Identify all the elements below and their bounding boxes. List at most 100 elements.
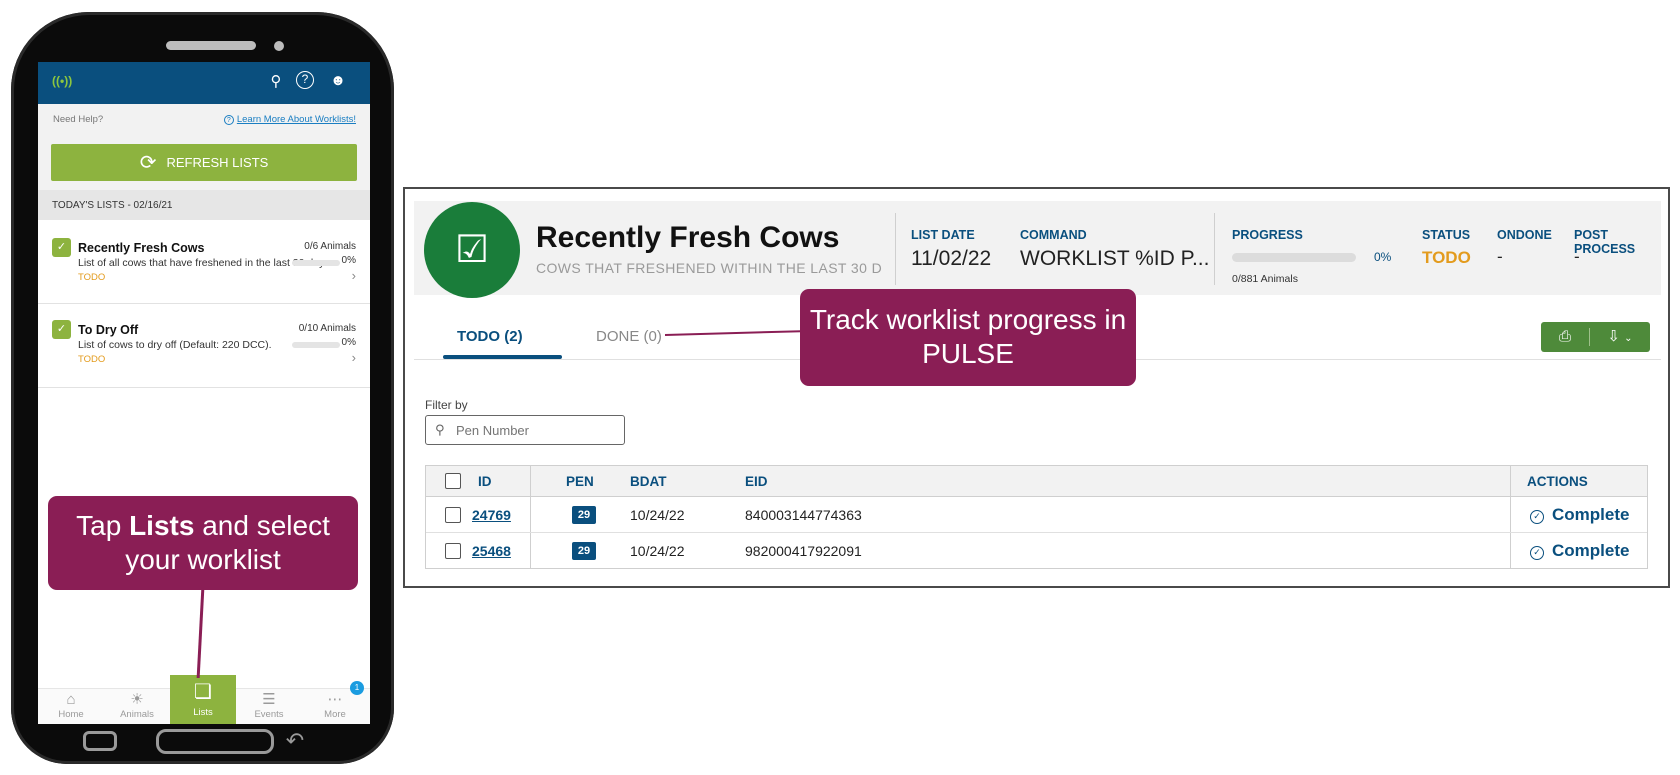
ondone-value: - xyxy=(1497,247,1503,266)
broadcast-icon[interactable]: ((•)) xyxy=(52,74,72,88)
phone-screen: ((•)) ⚲ ? ☻ Need Help? ? Learn More About… xyxy=(38,62,370,724)
check-circle-icon: ✓ xyxy=(1530,546,1544,560)
notification-badge: 1 xyxy=(350,681,364,695)
column-header-eid[interactable]: EID xyxy=(745,474,768,489)
ondone-label: ONDONE xyxy=(1497,228,1552,242)
refresh-area: ⟳ REFRESH LISTS xyxy=(38,134,370,190)
checklist-icon: ☑ xyxy=(424,202,520,298)
worklist-title: Recently Fresh Cows xyxy=(78,241,205,255)
question-icon: ? xyxy=(223,115,234,125)
animal-id-link[interactable]: 25468 xyxy=(472,543,511,559)
worklist-title: Recently Fresh Cows xyxy=(536,221,840,254)
list-date-label: LIST DATE xyxy=(911,228,975,242)
pen-badge: 29 xyxy=(572,542,596,560)
complete-action[interactable]: ✓ Complete xyxy=(1530,541,1629,561)
table-header: ID PEN BDAT EID ACTIONS xyxy=(426,466,1647,497)
tab-todo[interactable]: TODO (2) xyxy=(457,328,523,345)
pulse-worklist-panel: ☑ Recently Fresh Cows COWS THAT FRESHENE… xyxy=(403,187,1670,588)
list-date-value: 11/02/22 xyxy=(911,247,992,270)
cow-icon: ☀ xyxy=(130,691,144,708)
check-circle-icon: ✓ xyxy=(1530,510,1544,524)
complete-label: Complete xyxy=(1552,505,1630,524)
complete-label: Complete xyxy=(1552,541,1630,560)
worklist-status: TODO xyxy=(78,272,106,283)
nav-more[interactable]: ⋯ More 1 xyxy=(302,681,368,724)
table-row: 24769 29 10/24/22 840003144774363 ✓ Compl… xyxy=(426,497,1647,533)
post-process-label: POST PROCESS xyxy=(1574,228,1636,256)
nav-label: More xyxy=(324,709,346,720)
back-button[interactable]: ↶ xyxy=(276,730,314,752)
nav-label: Events xyxy=(254,709,284,720)
tab-done[interactable]: DONE (0) xyxy=(596,328,662,345)
print-button[interactable]: ⎙ xyxy=(1541,322,1589,352)
command-label: COMMAND xyxy=(1020,228,1087,242)
select-all-checkbox[interactable] xyxy=(445,473,461,489)
column-header-bdat[interactable]: BDAT xyxy=(630,474,667,489)
chevron-right-icon: › xyxy=(351,268,356,283)
table-row: 25468 29 10/24/22 982000417922091 ✓ Compl… xyxy=(426,533,1647,569)
download-dropdown-button[interactable]: ⇩ ⌄ xyxy=(1590,322,1650,352)
nav-label: Lists xyxy=(193,707,213,718)
progress-percent: 0% xyxy=(1374,250,1392,264)
worklist-progress-bar xyxy=(292,342,340,348)
home-icon: ⌂ xyxy=(66,691,76,708)
worklist-header: ☑ Recently Fresh Cows COWS THAT FRESHENE… xyxy=(414,201,1661,298)
phone-speaker xyxy=(166,41,256,50)
callout-tap-lists: Tap Lists and select your worklist xyxy=(48,496,358,590)
search-icon[interactable]: ⚲ xyxy=(266,72,286,90)
refresh-label: REFRESH LISTS xyxy=(166,155,269,170)
worklist-icon: ✓ xyxy=(52,238,71,257)
learn-more-link[interactable]: ? Learn More About Worklists! xyxy=(223,114,356,125)
search-icon: ⚲ xyxy=(435,422,445,437)
column-header-id[interactable]: ID xyxy=(478,474,492,489)
callout-track-progress: Track worklist progress in PULSE xyxy=(800,289,1136,386)
pen-number-filter-input[interactable] xyxy=(425,415,625,445)
worklist-count: 0/10 Animals xyxy=(298,323,356,334)
worklist-percent: 0% xyxy=(341,337,356,348)
eid-cell: 840003144774363 xyxy=(745,507,862,523)
refresh-lists-button[interactable]: ⟳ REFRESH LISTS xyxy=(51,144,357,181)
user-icon[interactable]: ☻ xyxy=(328,72,348,89)
divider xyxy=(895,213,896,285)
column-header-actions: ACTIONS xyxy=(1527,474,1588,489)
row-checkbox[interactable] xyxy=(445,507,461,523)
printer-icon: ⎙ xyxy=(1558,328,1571,345)
chevron-down-icon: ⌄ xyxy=(1624,333,1633,344)
filter-label: Filter by xyxy=(425,398,468,412)
nav-lists[interactable]: ❏ Lists xyxy=(170,675,236,724)
nav-animals[interactable]: ☀ Animals xyxy=(104,689,170,724)
nav-home[interactable]: ⌂ Home xyxy=(38,689,104,724)
worklist-progress-bar xyxy=(292,260,340,266)
home-button[interactable] xyxy=(156,729,274,754)
chevron-right-icon: › xyxy=(351,350,356,365)
progress-bar xyxy=(1232,253,1356,262)
worklist-item-recently-fresh[interactable]: ✓ Recently Fresh Cows 0/6 Animals List o… xyxy=(38,220,370,304)
complete-action[interactable]: ✓ Complete xyxy=(1530,505,1629,525)
status-label: STATUS xyxy=(1422,228,1471,242)
divider xyxy=(1214,213,1215,285)
animal-id-link[interactable]: 24769 xyxy=(472,507,511,523)
bdat-cell: 10/24/22 xyxy=(630,507,685,523)
worklist-status: TODO xyxy=(78,354,106,365)
worklist-description: List of cows to dry off (Default: 220 DC… xyxy=(78,339,272,351)
todays-lists-header: TODAY'S LISTS - 02/16/21 xyxy=(38,190,370,220)
worklist-table: ID PEN BDAT EID ACTIONS 24769 29 10/24/2… xyxy=(425,465,1648,569)
bdat-cell: 10/24/22 xyxy=(630,543,685,559)
eid-cell: 982000417922091 xyxy=(745,543,862,559)
row-checkbox[interactable] xyxy=(445,543,461,559)
callout-text-bold: Lists xyxy=(129,510,195,541)
help-icon[interactable]: ? xyxy=(296,71,314,89)
recent-apps-button[interactable] xyxy=(83,731,117,751)
worklist-item-to-dry-off[interactable]: ✓ To Dry Off 0/10 Animals List of cows t… xyxy=(38,304,370,388)
learn-more-label: Learn More About Worklists! xyxy=(236,114,356,125)
phone-camera xyxy=(274,41,284,51)
need-help-text: Need Help? xyxy=(53,114,104,125)
column-header-pen[interactable]: PEN xyxy=(566,474,594,489)
worklist-percent: 0% xyxy=(341,255,356,266)
pen-badge: 29 xyxy=(572,506,596,524)
status-value: TODO xyxy=(1422,248,1471,267)
worklist-count: 0/6 Animals xyxy=(304,241,356,252)
nav-events[interactable]: ☰ Events xyxy=(236,689,302,724)
command-value: WORKLIST %ID P... xyxy=(1020,247,1210,270)
callout-text: Tap xyxy=(76,510,130,541)
